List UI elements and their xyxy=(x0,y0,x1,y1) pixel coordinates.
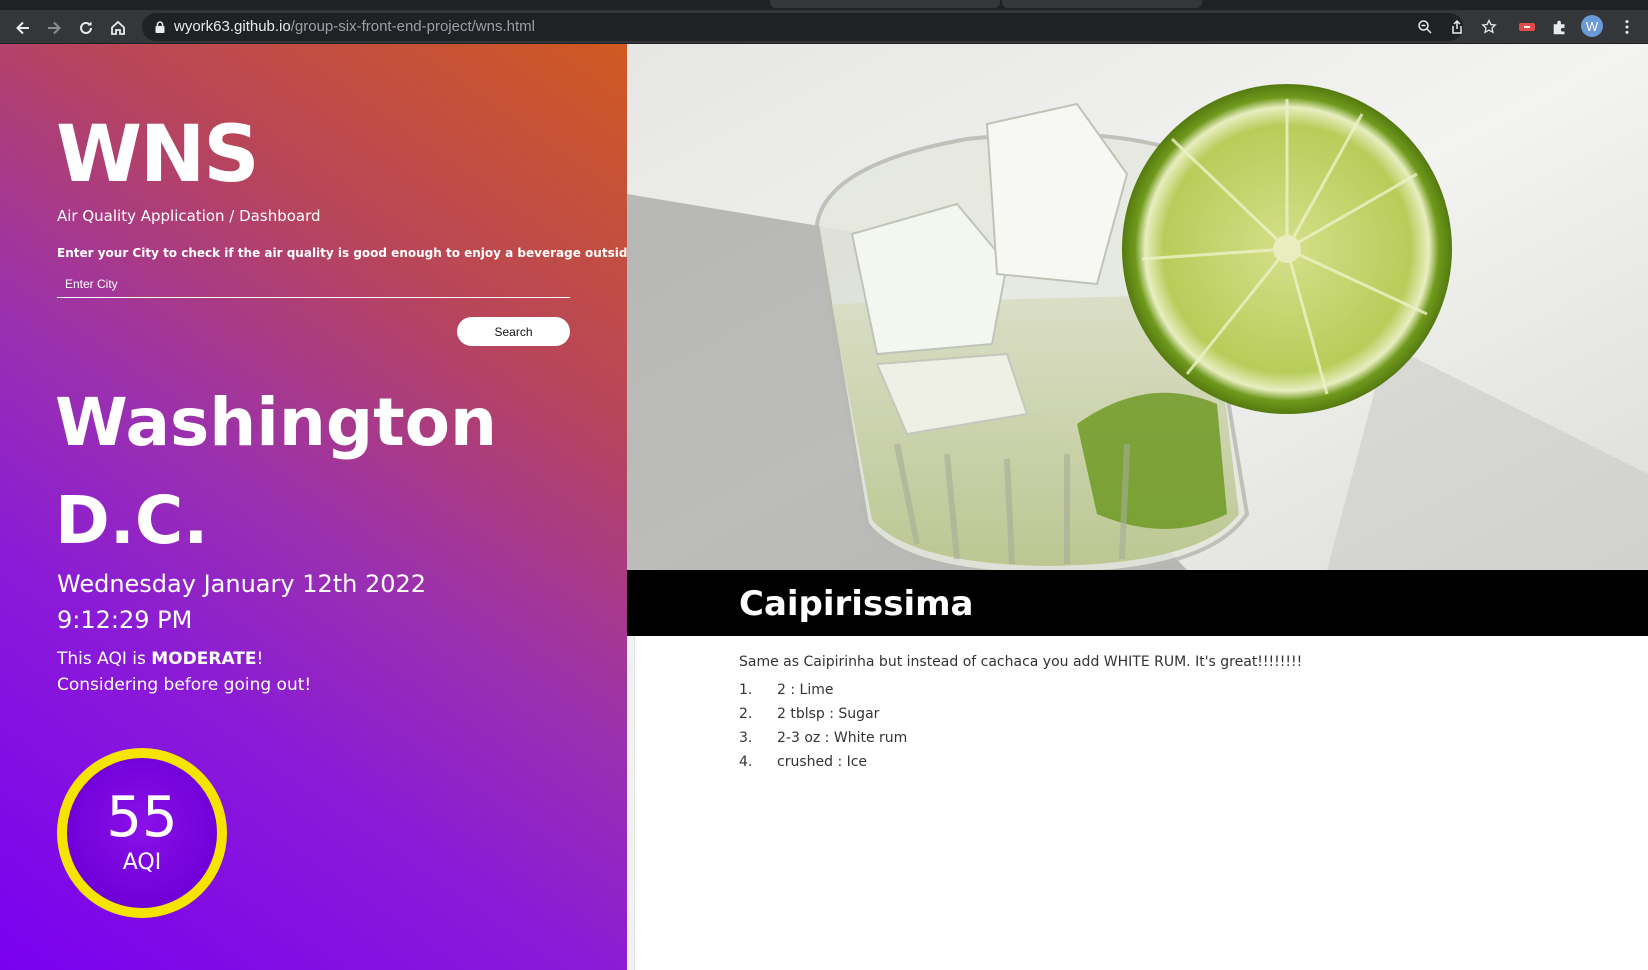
home-icon[interactable] xyxy=(107,17,129,39)
menu-icon[interactable] xyxy=(1617,17,1637,37)
drink-name: Caipirissima xyxy=(739,584,974,624)
aqi-gauge: 55 AQI xyxy=(57,748,227,918)
weather-panel: WNS Air Quality Application / Dashboard … xyxy=(0,44,627,970)
browser-toolbar: wyork63.github.io/group-six-front-end-pr… xyxy=(0,10,1648,44)
url-path: /group-six-front-end-project/wns.html xyxy=(290,18,535,35)
ingredient-item: 4. crushed : Ice xyxy=(739,750,907,774)
search-prompt: Enter your City to check if the air qual… xyxy=(57,246,627,260)
aqi-prefix: This AQI is xyxy=(57,649,152,669)
url-text: wyork63.github.io/group-six-front-end-pr… xyxy=(174,18,535,35)
city-name: Washington D.C. xyxy=(55,384,497,559)
ingredient-number: 2. xyxy=(739,706,753,722)
ingredient-item: 1. 2 : Lime xyxy=(739,678,907,702)
forward-icon[interactable] xyxy=(43,17,65,39)
puzzle-icon[interactable] xyxy=(1550,17,1570,37)
aqi-level: MODERATE xyxy=(151,649,257,669)
ingredient-item: 3. 2-3 oz : White rum xyxy=(739,726,907,750)
aqi-status-line: This AQI is MODERATE! xyxy=(57,646,311,672)
browser-tab[interactable] xyxy=(1002,0,1202,8)
ingredient-list: 1. 2 : Lime 2. 2 tblsp : Sugar 3. 2-3 oz : … xyxy=(739,678,907,774)
zoom-icon[interactable] xyxy=(1417,19,1433,35)
lock-icon[interactable] xyxy=(153,20,167,34)
city-input[interactable] xyxy=(57,270,570,298)
address-bar[interactable]: wyork63.github.io/group-six-front-end-pr… xyxy=(142,13,1497,41)
current-time: 9:12:29 PM xyxy=(57,606,193,634)
url-host: wyork63.github.io xyxy=(174,18,291,35)
ingredient-text: 2 : Lime xyxy=(777,682,834,698)
aqi-suffix: ! xyxy=(256,649,264,669)
ingredient-text: 2 tblsp : Sugar xyxy=(777,706,880,722)
aqi-value: 55 xyxy=(106,785,178,850)
ingredient-text: crushed : Ice xyxy=(777,754,868,770)
ingredient-number: 4. xyxy=(739,754,753,770)
share-icon[interactable] xyxy=(1449,19,1465,35)
ingredient-number: 1. xyxy=(739,682,753,698)
ingredient-item: 2. 2 tblsp : Sugar xyxy=(739,702,907,726)
browser-tab[interactable] xyxy=(770,0,1000,8)
aqi-label: AQI xyxy=(122,850,162,875)
current-date: Wednesday January 12th 2022 xyxy=(57,570,427,598)
tab-strip xyxy=(0,0,1648,10)
app-brand: WNS xyxy=(56,110,259,200)
search-button[interactable]: Search xyxy=(457,317,570,346)
panel-edge xyxy=(627,636,635,970)
ingredient-text: 2-3 oz : White rum xyxy=(777,730,908,746)
profile-avatar[interactable]: W xyxy=(1581,15,1603,37)
back-icon[interactable] xyxy=(12,17,34,39)
extension-icon[interactable] xyxy=(1517,17,1537,37)
aqi-message: This AQI is MODERATE! Considering before… xyxy=(57,646,311,698)
app-subtitle: Air Quality Application / Dashboard xyxy=(57,207,321,225)
drink-description: Same as Caipirinha but instead of cachac… xyxy=(739,654,1303,670)
ingredient-number: 3. xyxy=(739,730,753,746)
aqi-advice: Considering before going out! xyxy=(57,675,312,695)
bookmark-star-icon[interactable] xyxy=(1481,19,1497,35)
drink-panel: Caipirissima Same as Caipirinha but inst… xyxy=(627,44,1648,970)
reload-icon[interactable] xyxy=(75,17,97,39)
drink-photo xyxy=(627,44,1648,570)
